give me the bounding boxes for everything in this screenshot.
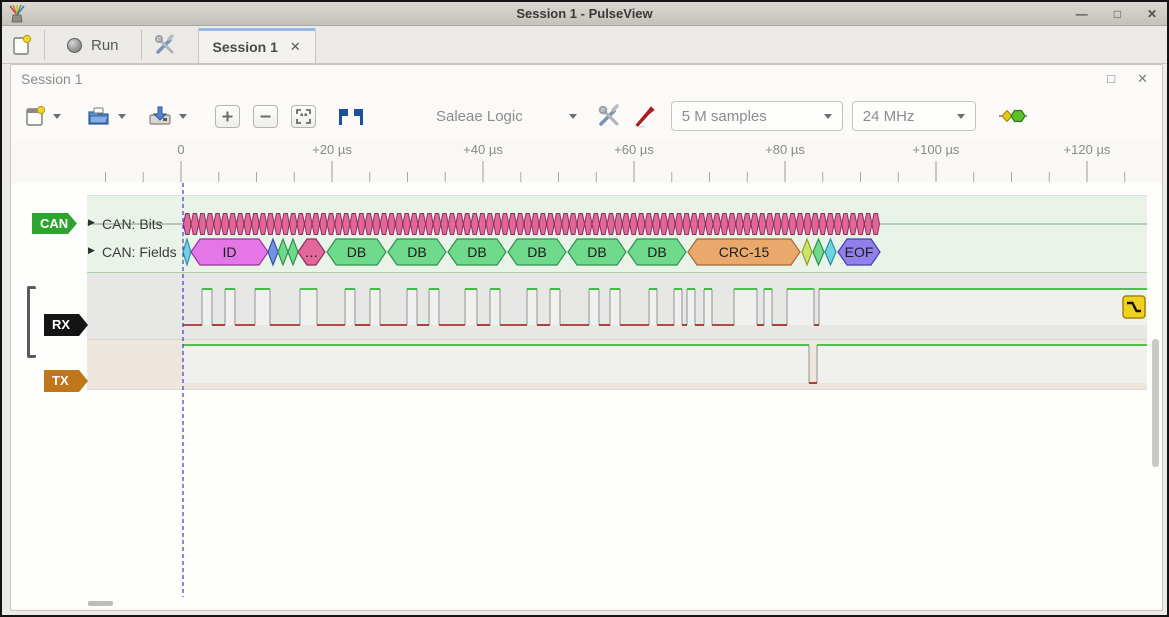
zoom-in-button[interactable]: [215, 105, 240, 128]
session-pane: [10, 64, 1163, 611]
device-selector[interactable]: Saleae Logic: [436, 108, 577, 125]
decoder-row-bits-label[interactable]: CAN: Bits: [102, 216, 163, 232]
plus-icon: [221, 110, 234, 123]
expand-row-icon[interactable]: ▶: [88, 217, 95, 228]
main-toolbar: Run Session 1 ✕: [2, 27, 1167, 64]
decoder-row-fields-label[interactable]: CAN: Fields: [102, 244, 177, 260]
float-pane-icon[interactable]: □: [1107, 71, 1115, 87]
configure-device-button[interactable]: [597, 104, 621, 128]
open-folder-icon: [87, 106, 111, 127]
new-session-button[interactable]: [12, 34, 32, 56]
new-document-icon: [25, 105, 46, 127]
titlebar[interactable]: Session 1 - PulseView — □ ✕: [2, 2, 1167, 26]
channel-tag-tx[interactable]: TX: [44, 370, 88, 392]
zoom-fit-icon: [296, 109, 311, 124]
chevron-down-icon: [957, 114, 965, 119]
expand-row-icon[interactable]: ▶: [88, 245, 95, 256]
sample-rate-value: 24 MHz: [863, 108, 915, 125]
session-toolbar: Saleae Logic 5 M samples 24 MHz: [11, 94, 1162, 138]
decoder-tag-label: CAN: [40, 216, 68, 231]
sample-count-select[interactable]: 5 M samples: [671, 101, 843, 131]
new-document-icon: [12, 34, 32, 56]
tab-session-1[interactable]: Session 1 ✕: [198, 28, 316, 63]
channel-group-bracket[interactable]: [27, 286, 36, 358]
zoom-fit-button[interactable]: [291, 105, 316, 128]
tab-close-icon[interactable]: ✕: [290, 39, 301, 55]
show-cursors-button[interactable]: [338, 108, 364, 125]
sample-count-value: 5 M samples: [682, 108, 767, 125]
channels-button[interactable]: [633, 104, 657, 128]
save-button[interactable]: [148, 105, 187, 127]
session-pane-title: Session 1: [21, 71, 82, 87]
channel-tag-rx[interactable]: RX: [44, 314, 88, 336]
close-pane-icon[interactable]: ✕: [1137, 71, 1148, 87]
close-icon[interactable]: ✕: [1147, 8, 1157, 20]
window-title: Session 1 - PulseView: [2, 6, 1167, 21]
sample-rate-select[interactable]: 24 MHz: [852, 101, 976, 131]
session-pane-header: Session 1 □ ✕: [11, 66, 1162, 92]
channel-tag-label: TX: [52, 373, 69, 388]
minus-icon: [259, 110, 272, 123]
wrench-screwdriver-icon: [597, 104, 621, 128]
chevron-down-icon: [824, 114, 832, 119]
maximize-icon[interactable]: □: [1114, 8, 1121, 20]
run-button[interactable]: Run: [57, 33, 129, 58]
device-name: Saleae Logic: [436, 108, 523, 125]
chevron-down-icon[interactable]: [118, 114, 126, 119]
pulseview-window: Session 1 - PulseView — □ ✕ Run: [0, 0, 1169, 617]
run-label: Run: [91, 37, 119, 54]
channel-tag-label: RX: [52, 317, 70, 332]
add-decoder-button[interactable]: [998, 108, 1028, 124]
decoder-icon: [998, 108, 1028, 124]
run-state-icon: [67, 38, 82, 53]
settings-button[interactable]: [154, 34, 176, 56]
wrench-screwdriver-icon: [154, 34, 176, 56]
probe-icon: [633, 104, 657, 128]
chevron-down-icon[interactable]: [53, 114, 61, 119]
zoom-out-button[interactable]: [253, 105, 278, 128]
chevron-down-icon[interactable]: [179, 114, 187, 119]
chevron-down-icon: [569, 114, 577, 119]
save-icon: [148, 105, 172, 127]
open-button[interactable]: [87, 106, 126, 127]
flags-icon: [338, 108, 364, 125]
toolbar-separator: [141, 30, 142, 60]
new-view-button[interactable]: [25, 105, 61, 127]
toolbar-separator: [44, 30, 45, 60]
minimize-icon[interactable]: —: [1076, 8, 1088, 20]
decoder-tag-can[interactable]: CAN: [32, 213, 77, 234]
tab-label: Session 1: [213, 39, 278, 55]
